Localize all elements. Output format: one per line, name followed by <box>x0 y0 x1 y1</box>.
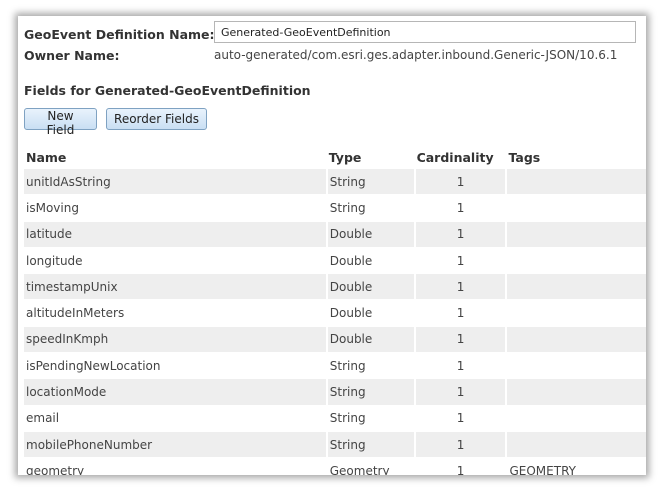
cell-type: String <box>325 430 415 458</box>
cell-tags <box>505 352 646 379</box>
table-header-row: Name Type Cardinality Tags <box>24 146 646 169</box>
cell-name: timestampUnix <box>24 273 327 300</box>
table-row[interactable]: speedInKmph Double 1 <box>24 325 646 353</box>
column-header-tags: Tags <box>508 149 541 165</box>
cell-name: unitIdAsString <box>24 167 327 195</box>
cell-type: String <box>325 378 415 406</box>
table-row[interactable]: locationMode String 1 <box>24 378 646 406</box>
cell-name: isMoving <box>24 194 327 222</box>
cell-name: altitudeInMeters <box>24 299 327 327</box>
cell-name: latitude <box>24 220 327 248</box>
column-header-type: Type <box>328 149 362 165</box>
table-row[interactable]: latitude Double 1 <box>24 220 646 248</box>
cell-cardinality: 1 <box>413 352 507 379</box>
table-row[interactable]: isPendingNewLocation String 1 <box>24 352 646 379</box>
table-row[interactable]: mobilePhoneNumber String 1 <box>24 430 646 458</box>
cell-cardinality: 1 <box>413 430 507 458</box>
cell-tags <box>505 246 646 274</box>
cell-name: longitude <box>24 246 327 274</box>
definition-name-input[interactable] <box>214 21 636 43</box>
cell-name: isPendingNewLocation <box>24 352 327 379</box>
cell-tags <box>505 430 646 458</box>
cell-tags <box>505 325 646 353</box>
cell-cardinality: 1 <box>413 273 507 300</box>
table-row[interactable]: longitude Double 1 <box>24 246 646 274</box>
reorder-fields-button[interactable]: Reorder Fields <box>106 108 207 130</box>
cell-type: String <box>325 194 415 222</box>
table-row[interactable]: unitIdAsString String 1 <box>24 167 646 195</box>
cell-tags <box>505 167 646 195</box>
cell-type: Double <box>325 273 415 300</box>
cell-cardinality: 1 <box>413 220 507 248</box>
cell-name: speedInKmph <box>24 325 327 353</box>
table-row[interactable]: isMoving String 1 <box>24 194 646 222</box>
cell-cardinality: 1 <box>413 246 507 274</box>
cell-cardinality: 1 <box>413 378 507 406</box>
cell-cardinality: 1 <box>413 325 507 353</box>
geoevent-definition-panel: GeoEvent Definition Name: * Owner Name: … <box>18 16 646 475</box>
cell-type: Double <box>325 325 415 353</box>
table-row[interactable]: geometry Geometry 1 GEOMETRY <box>24 457 646 475</box>
owner-name-label: Owner Name: <box>24 48 120 63</box>
cell-type: String <box>325 167 415 195</box>
cell-cardinality: 1 <box>413 167 507 195</box>
cell-tags <box>505 404 646 432</box>
column-header-name: Name <box>26 149 67 165</box>
table-row[interactable]: timestampUnix Double 1 <box>24 273 646 300</box>
cell-cardinality: 1 <box>413 457 507 475</box>
cell-name: mobilePhoneNumber <box>24 430 327 458</box>
table-row[interactable]: email String 1 <box>24 404 646 432</box>
cell-tags: GEOMETRY <box>505 457 646 475</box>
cell-tags <box>505 220 646 248</box>
cell-type: Geometry <box>325 457 415 475</box>
cell-name: geometry <box>24 457 327 475</box>
cell-tags <box>505 194 646 222</box>
owner-name-value: auto-generated/com.esri.ges.adapter.inbo… <box>214 48 618 62</box>
cell-tags <box>505 299 646 327</box>
table-row[interactable]: altitudeInMeters Double 1 <box>24 299 646 327</box>
table-body: unitIdAsString String 1 isMoving String 1 lati… <box>24 167 646 475</box>
column-header-cardinality: Cardinality <box>416 149 494 165</box>
cell-cardinality: 1 <box>413 299 507 327</box>
cell-cardinality: 1 <box>413 194 507 222</box>
cell-type: Double <box>325 246 415 274</box>
cell-tags <box>505 378 646 406</box>
new-field-button[interactable]: New Field <box>24 108 97 137</box>
fields-table: Name Type Cardinality Tags unitIdAsStrin… <box>24 146 646 475</box>
cell-tags <box>505 273 646 300</box>
cell-cardinality: 1 <box>413 404 507 432</box>
cell-name: locationMode <box>24 378 327 406</box>
cell-type: String <box>325 404 415 432</box>
fields-heading: Fields for Generated-GeoEventDefinition <box>24 83 311 98</box>
definition-name-row: GeoEvent Definition Name: * <box>24 24 227 44</box>
cell-type: String <box>325 352 415 379</box>
cell-name: email <box>24 404 327 432</box>
cell-type: Double <box>325 299 415 327</box>
cell-type: Double <box>325 220 415 248</box>
definition-name-label: GeoEvent Definition Name: <box>24 26 215 42</box>
